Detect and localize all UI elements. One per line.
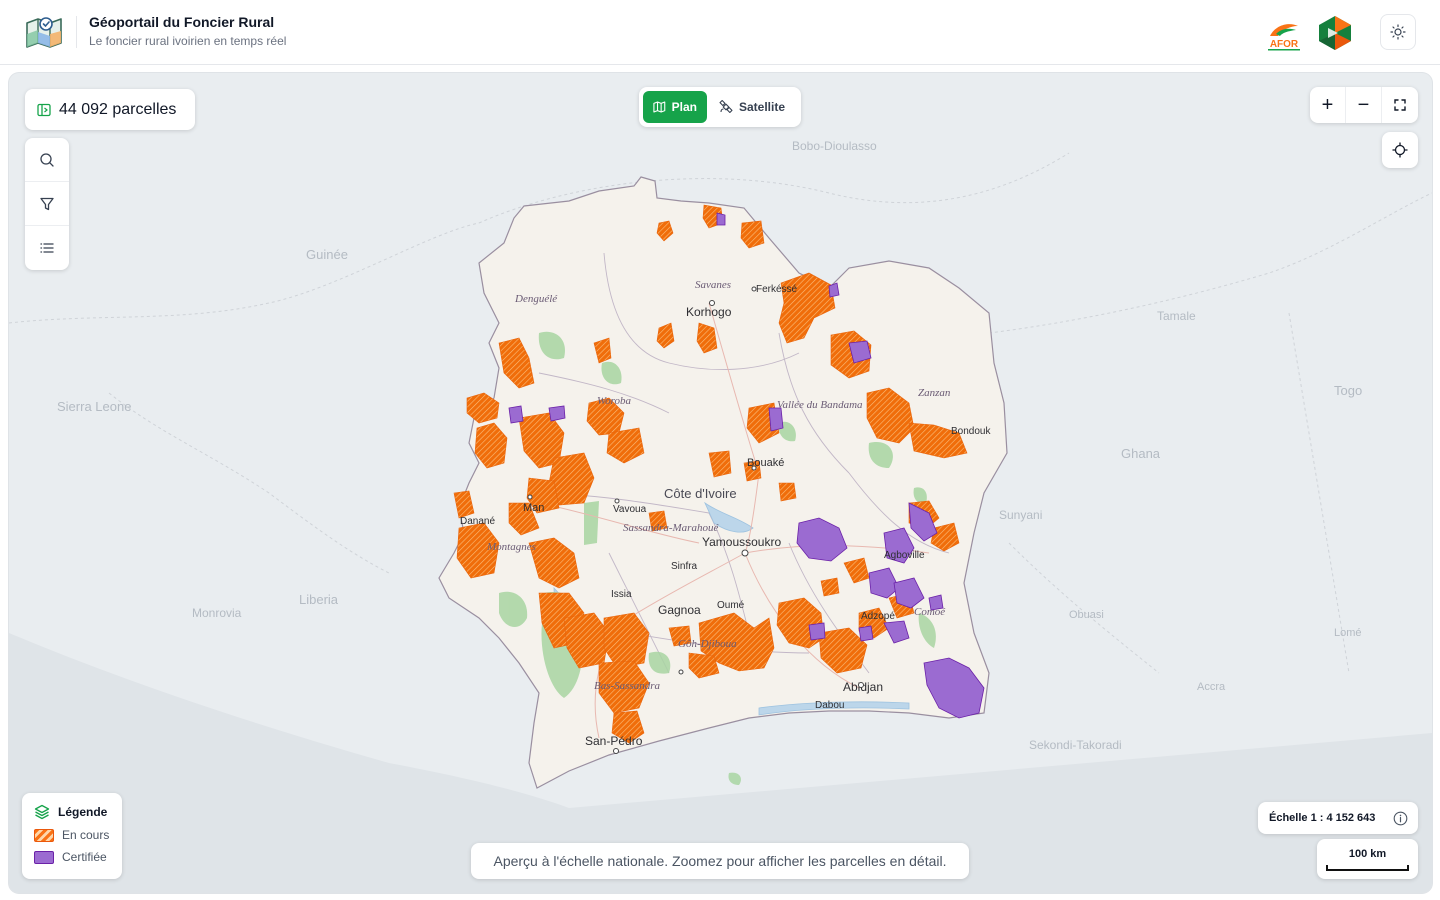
scale-bar: 100 km xyxy=(1317,839,1418,879)
fullscreen-icon xyxy=(1394,99,1406,111)
label-bas-sassandra: Bas-Sassandra xyxy=(594,680,661,692)
label-sinfra: Sinfra xyxy=(671,561,698,572)
app-title: Géoportail du Foncier Rural xyxy=(89,14,275,30)
legend-title: Légende xyxy=(58,805,108,819)
map-book-icon xyxy=(37,103,51,116)
parcel-count-text: 44 092 parcelles xyxy=(59,100,177,118)
label-sierra-leone: Sierra Leone xyxy=(57,399,131,414)
satellite-tab[interactable]: Satellite xyxy=(709,91,795,123)
layers-icon xyxy=(34,804,50,820)
plan-tab[interactable]: Plan xyxy=(643,91,707,123)
label-woroba: Woroba xyxy=(597,395,632,407)
list-icon xyxy=(40,243,54,253)
label-country: Côte d'Ivoire xyxy=(664,486,737,501)
zoom-controls: + − xyxy=(1310,87,1418,123)
scale-ratio-text: Échelle 1 : 4 152 643 xyxy=(1269,812,1376,824)
label-guinee: Guinée xyxy=(306,247,348,262)
label-san-pedro: San-Pédro xyxy=(585,734,643,748)
parcel-count-badge: 44 092 parcelles xyxy=(25,89,195,130)
svg-text:AFOR: AFOR xyxy=(1270,39,1299,50)
label-sekondi: Sekondi-Takoradi xyxy=(1029,738,1122,752)
label-danane: Danané xyxy=(460,516,495,527)
pending-swatch xyxy=(34,828,54,842)
label-adzope: Adzopé xyxy=(861,611,895,622)
satellite-icon xyxy=(719,100,733,114)
label-liberia: Liberia xyxy=(299,592,339,607)
partner-logo[interactable] xyxy=(1316,14,1354,52)
zoom-out-button[interactable]: − xyxy=(1346,87,1382,123)
basemap[interactable]: Guinée Sierra Leone Liberia Ghana Togo B… xyxy=(9,73,1432,893)
theme-toggle-button[interactable] xyxy=(1380,14,1416,50)
legend-item-pending: En cours xyxy=(34,827,110,843)
sun-icon xyxy=(1390,24,1406,40)
plan-label: Plan xyxy=(671,100,697,114)
app-subtitle: Le foncier rural ivoirien en temps réel xyxy=(89,34,287,48)
crosshair-icon xyxy=(1392,142,1408,158)
label-comoe: Comoé xyxy=(914,606,946,618)
map-logo-icon[interactable] xyxy=(24,14,64,50)
label-oume: Oumé xyxy=(717,600,745,611)
zoom-hint: Aperçu à l'échelle nationale. Zoomez pou… xyxy=(471,843,969,879)
basemap-toggle: Plan Satellite xyxy=(639,87,801,127)
label-togo: Togo xyxy=(1334,383,1362,398)
map-view[interactable]: Guinée Sierra Leone Liberia Ghana Togo B… xyxy=(9,73,1432,893)
label-korhogo: Korhogo xyxy=(686,305,732,319)
legend-certified-label: Certifiée xyxy=(62,850,107,864)
label-vavoua: Vavoua xyxy=(613,504,647,515)
header-divider xyxy=(76,16,77,48)
legend-header[interactable]: Légende xyxy=(34,803,110,821)
label-savanes: Savanes xyxy=(695,279,731,291)
list-button[interactable] xyxy=(25,226,69,270)
map-tools xyxy=(25,138,69,270)
label-man: Man xyxy=(523,502,544,514)
scale-bar-line xyxy=(1326,865,1409,871)
label-lome: Lomé xyxy=(1334,627,1362,639)
label-dabou: Dabou xyxy=(815,700,844,711)
label-tamale: Tamale xyxy=(1157,309,1196,323)
fullscreen-button[interactable] xyxy=(1382,87,1418,123)
label-ferkessedougou: Ferkéssé xyxy=(756,284,798,295)
legend-pending-label: En cours xyxy=(62,828,110,842)
info-icon[interactable] xyxy=(1393,811,1408,826)
legend-item-certified: Certifiée xyxy=(34,849,110,865)
search-icon xyxy=(40,152,54,167)
locate-button[interactable] xyxy=(1382,132,1418,168)
label-ghana: Ghana xyxy=(1121,446,1161,461)
filter-icon xyxy=(40,197,54,210)
label-goh-djiboua: Gôh-Djiboua xyxy=(678,638,737,650)
scale-ratio: Échelle 1 : 4 152 643 xyxy=(1258,802,1418,834)
label-agboville: Agboville xyxy=(884,550,925,561)
zoom-in-button[interactable]: + xyxy=(1310,87,1346,123)
map-legend: Légende En cours Certifiée xyxy=(22,793,122,879)
scale-bar-label: 100 km xyxy=(1348,848,1387,860)
app-header: Géoportail du Foncier Rural Le foncier r… xyxy=(0,0,1440,65)
certified-swatch xyxy=(34,850,54,864)
label-zanzan: Zanzan xyxy=(918,387,951,399)
satellite-label: Satellite xyxy=(739,100,786,114)
afor-logo[interactable]: AFOR xyxy=(1262,16,1306,52)
label-sassandra: Sassandra-Marahoué xyxy=(623,522,719,534)
label-montagnes: Montagnes xyxy=(486,541,536,553)
label-bobo: Bobo-Dioulasso xyxy=(792,139,877,153)
label-issia: Issia xyxy=(611,589,632,600)
filter-button[interactable] xyxy=(25,182,69,226)
label-sunyani: Sunyani xyxy=(999,508,1042,522)
label-denguele: Denguélé xyxy=(514,293,558,305)
label-accra: Accra xyxy=(1197,681,1226,693)
map-icon xyxy=(653,101,666,113)
label-vallee-bandama: Vallée du Bandama xyxy=(777,399,863,411)
search-button[interactable] xyxy=(25,138,69,182)
label-obuasi: Obuasi xyxy=(1069,609,1104,621)
label-gagnoa: Gagnoa xyxy=(658,603,701,617)
label-yamoussoukro: Yamoussoukro xyxy=(702,535,781,549)
label-bondoukou: Bondouk xyxy=(951,426,991,437)
label-monrovia: Monrovia xyxy=(192,606,242,620)
